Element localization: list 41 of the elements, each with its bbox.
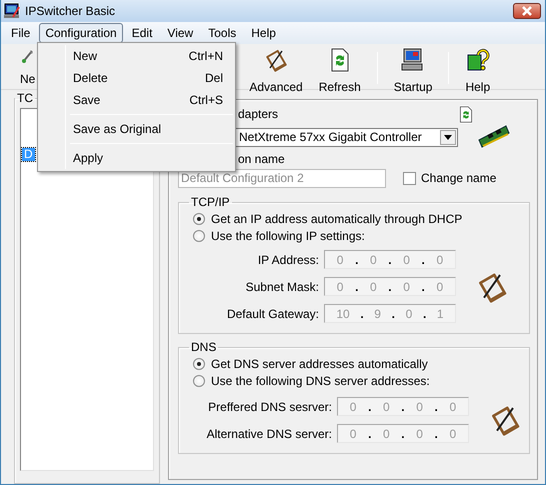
close-icon [521,6,533,16]
close-button[interactable] [513,3,541,19]
refresh-icon[interactable] [459,106,473,122]
app-icon [4,3,20,19]
menu-item[interactable]: Save Ctrl+S [40,89,233,111]
menu-item[interactable]: File [5,23,36,43]
window-title: IPSwitcher Basic [25,3,116,20]
menu-item[interactable]: Configuration [39,23,123,43]
menu-item[interactable]: Edit [126,23,158,43]
menu-item[interactable]: Tools [202,23,242,43]
field-label: Alternative DNS server: [206,426,332,442]
group-label: TCP/IP [190,196,231,208]
menu-item[interactable]: New Ctrl+N [40,45,233,67]
field-label: Preffered DNS sesrver: [207,398,332,416]
group-label: DNS [190,341,218,353]
clipboard-icon [489,404,521,436]
field-label: Subnet Mask: [244,278,319,296]
toolbar-button[interactable]: Ne [18,48,38,86]
radio-button[interactable] [193,230,205,242]
radio-button[interactable] [193,212,205,224]
checkbox-label: Change name [421,170,496,187]
group-label: TC [16,92,34,104]
radio-label: Get an IP address automatically through DHCP [211,210,462,228]
menu-item[interactable]: Delete Del [40,67,233,89]
menu-item[interactable]: Help [245,23,282,43]
network-card-icon [478,124,510,150]
radio-label: Use the following DNS server addresses: [211,372,430,390]
field-label: dapters [237,106,278,123]
clipboard-icon [476,270,508,302]
toolbar-button[interactable]: Help [463,48,492,94]
field-label: IP Address: [256,252,319,268]
toolbar-button[interactable]: Advanced [247,48,305,94]
menu-item[interactable]: View [161,23,200,43]
toolbar-button[interactable]: Startup [392,48,434,94]
radio-label: Use the following IP settings: [211,228,365,244]
radio-button[interactable] [193,358,205,370]
radio-button[interactable] [193,374,205,386]
radio-label: Get DNS server addresses automatically [211,356,428,372]
field-label: on name [237,150,285,168]
field-label: Default Gateway: [226,306,319,322]
toolbar-button[interactable]: Refresh [316,48,363,94]
